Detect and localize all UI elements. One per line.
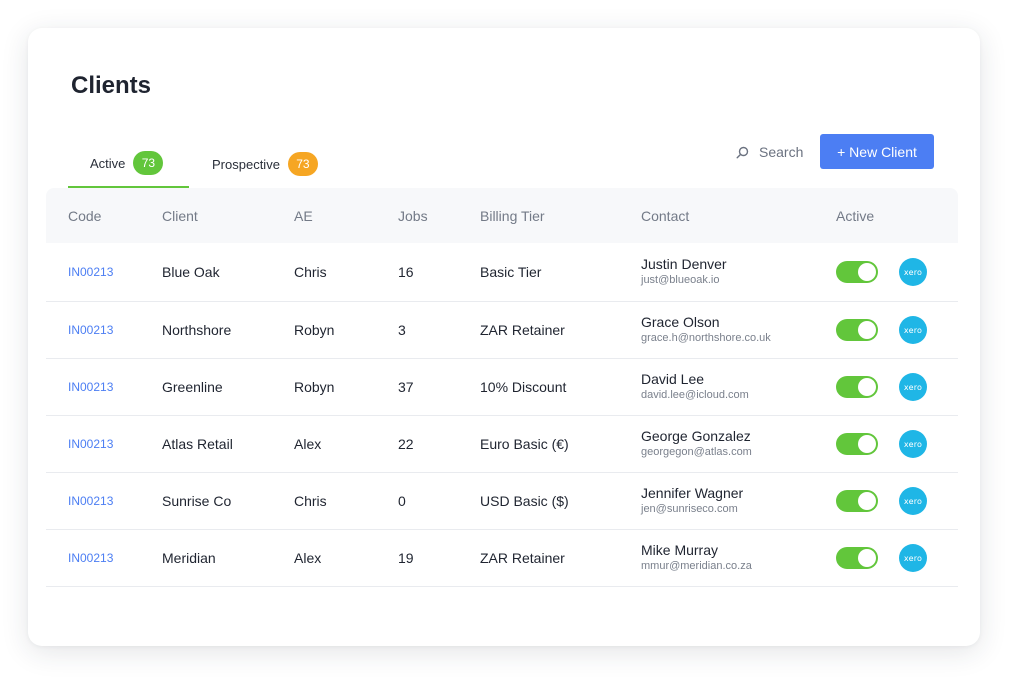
contact-name: Justin Denver (641, 256, 727, 272)
billing-tier: ZAR Retainer (480, 322, 565, 338)
client-name: Meridian (162, 550, 216, 566)
contact: David Lee david.lee@icloud.com (641, 371, 749, 403)
contact-name: David Lee (641, 371, 705, 387)
contact-email: grace.h@northshore.co.uk (641, 332, 771, 344)
account-executive: Alex (294, 550, 322, 566)
job-count: 37 (398, 379, 414, 395)
page-title: Clients (71, 72, 152, 99)
count-badge: 73 (287, 152, 318, 176)
count-badge: 73 (133, 151, 164, 175)
billing-tier: Basic Tier (480, 264, 542, 280)
contact-name: George Gonzalez (641, 428, 751, 444)
active-toggle[interactable] (836, 261, 878, 283)
client-code-link[interactable]: IN00213 (68, 380, 113, 394)
column-header-billing-tier[interactable]: Billing Tier (480, 208, 545, 224)
table-row[interactable]: IN00213 Blue Oak Chris 16 Basic Tier Jus… (46, 243, 958, 302)
table-row[interactable]: IN00213 Meridian Alex 19 ZAR Retainer Mi… (46, 530, 958, 587)
billing-tier: USD Basic ($) (480, 493, 569, 509)
active-toggle[interactable] (836, 376, 878, 398)
xero-icon[interactable]: xero (899, 487, 927, 515)
column-header-ae[interactable]: AE (294, 208, 313, 224)
job-count: 3 (398, 322, 406, 338)
contact: Jennifer Wagner jen@sunriseco.com (641, 485, 743, 517)
job-count: 16 (398, 264, 414, 280)
toggle-knob (858, 378, 876, 396)
client-code-link[interactable]: IN00213 (68, 551, 113, 565)
column-header-jobs[interactable]: Jobs (398, 208, 428, 224)
billing-tier: ZAR Retainer (480, 550, 565, 566)
column-header-client[interactable]: Client (162, 208, 198, 224)
contact-email: mmur@meridian.co.za (641, 560, 752, 572)
tab-active[interactable]: Active 73 (68, 140, 189, 188)
contact-email: georgegon@atlas.com (641, 446, 752, 458)
job-count: 22 (398, 436, 414, 452)
table-row[interactable]: IN00213 Sunrise Co Chris 0 USD Basic ($)… (46, 473, 958, 530)
active-toggle[interactable] (836, 433, 878, 455)
active-toggle[interactable] (836, 319, 878, 341)
account-executive: Robyn (294, 379, 335, 395)
tab-label: Prospective (212, 156, 280, 172)
tab-prospective[interactable]: Prospective 73 (212, 140, 352, 188)
client-name: Northshore (162, 322, 232, 338)
clients-card: Clients Active 73 Prospective 73 Search … (28, 28, 980, 646)
toggle-knob (858, 435, 876, 453)
contact-email: jen@sunriseco.com (641, 503, 738, 515)
contact: George Gonzalez georgegon@atlas.com (641, 428, 752, 460)
column-header-active[interactable]: Active (836, 208, 874, 224)
contact-name: Mike Murray (641, 542, 719, 558)
toggle-knob (858, 549, 876, 567)
client-name: Sunrise Co (162, 493, 232, 509)
clients-table: Code Client AE Jobs Billing Tier Contact… (46, 188, 958, 587)
billing-tier: 10% Discount (480, 379, 567, 395)
table-row[interactable]: IN00213 Northshore Robyn 3 ZAR Retainer … (46, 302, 958, 359)
job-count: 19 (398, 550, 414, 566)
toggle-knob (858, 321, 876, 339)
xero-icon[interactable]: xero (899, 373, 927, 401)
xero-icon[interactable]: xero (899, 316, 927, 344)
column-header-contact[interactable]: Contact (641, 208, 689, 224)
active-toggle[interactable] (836, 490, 878, 512)
table-header: Code Client AE Jobs Billing Tier Contact… (46, 188, 958, 243)
job-count: 0 (398, 493, 406, 509)
xero-icon[interactable]: xero (899, 430, 927, 458)
xero-icon[interactable]: xero (899, 544, 927, 572)
active-toggle[interactable] (836, 547, 878, 569)
account-executive: Chris (294, 264, 327, 280)
client-name: Atlas Retail (162, 436, 233, 452)
search-button[interactable]: Search (736, 140, 803, 164)
contact-email: david.lee@icloud.com (641, 389, 749, 401)
client-code-link[interactable]: IN00213 (68, 437, 113, 451)
client-name: Greenline (162, 379, 223, 395)
toggle-knob (858, 263, 876, 281)
contact: Justin Denver just@blueoak.io (641, 256, 727, 288)
table-row[interactable]: IN00213 Atlas Retail Alex 22 Euro Basic … (46, 416, 958, 473)
contact: Mike Murray mmur@meridian.co.za (641, 542, 752, 574)
client-code-link[interactable]: IN00213 (68, 323, 113, 337)
toggle-knob (858, 492, 876, 510)
account-executive: Chris (294, 493, 327, 509)
xero-icon[interactable]: xero (899, 258, 927, 286)
tab-label: Active (90, 155, 126, 171)
client-code-link[interactable]: IN00213 (68, 265, 113, 279)
client-name: Blue Oak (162, 264, 220, 280)
contact-email: just@blueoak.io (641, 274, 720, 286)
billing-tier: Euro Basic (€) (480, 436, 569, 452)
client-code-link[interactable]: IN00213 (68, 494, 113, 508)
new-client-button[interactable]: + New Client (820, 134, 934, 169)
account-executive: Robyn (294, 322, 335, 338)
contact-name: Grace Olson (641, 314, 720, 330)
search-icon (736, 146, 749, 159)
contact: Grace Olson grace.h@northshore.co.uk (641, 314, 771, 346)
table-row[interactable]: IN00213 Greenline Robyn 37 10% Discount … (46, 359, 958, 416)
search-label: Search (759, 144, 804, 160)
account-executive: Alex (294, 436, 322, 452)
contact-name: Jennifer Wagner (641, 485, 744, 501)
column-header-code[interactable]: Code (68, 208, 101, 224)
